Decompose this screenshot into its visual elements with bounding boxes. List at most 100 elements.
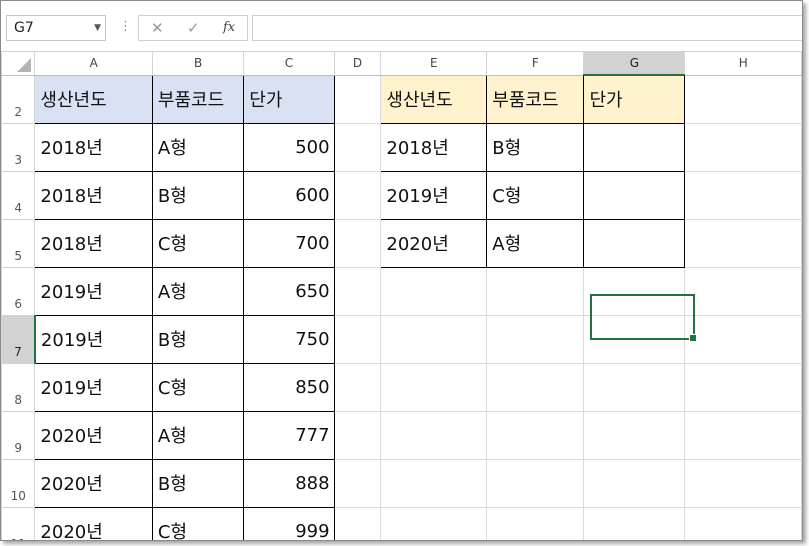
cell-a6[interactable]: 2019년	[34, 266, 153, 316]
cell-g10[interactable]	[583, 458, 686, 508]
cell-g4[interactable]	[583, 170, 686, 220]
cell-d11[interactable]	[333, 506, 382, 540]
cell-h11[interactable]	[684, 506, 802, 540]
column-header-e[interactable]: E	[380, 51, 488, 76]
cell-d2[interactable]	[333, 74, 382, 124]
cell-c2[interactable]: 단가	[243, 74, 335, 124]
cell-f10[interactable]	[486, 458, 585, 508]
row-header-8[interactable]: 8	[1, 362, 36, 412]
cell-g7[interactable]	[583, 314, 686, 364]
cell-a5[interactable]: 2018년	[34, 218, 153, 268]
cell-f6[interactable]	[486, 266, 585, 316]
cell-b11[interactable]: C형	[151, 506, 245, 540]
cell-f4[interactable]: C형	[486, 170, 585, 220]
cell-d8[interactable]	[333, 362, 382, 412]
cell-e5[interactable]: 2020년	[380, 218, 488, 268]
cell-e7[interactable]	[380, 314, 488, 364]
formula-input[interactable]	[252, 15, 802, 41]
cell-c11[interactable]: 999	[243, 506, 335, 540]
cell-h2[interactable]	[684, 74, 802, 124]
cell-c8[interactable]: 850	[243, 362, 335, 412]
cell-b8[interactable]: C형	[151, 362, 245, 412]
cell-d4[interactable]	[333, 170, 382, 220]
cell-f11[interactable]	[486, 506, 585, 540]
name-box[interactable]: G7 ▼	[6, 15, 106, 41]
cell-b10[interactable]: B형	[151, 458, 245, 508]
cell-c9[interactable]: 777	[243, 410, 335, 460]
cell-h10[interactable]	[684, 458, 802, 508]
cell-a9[interactable]: 2020년	[34, 410, 153, 460]
column-header-a[interactable]: A	[34, 51, 153, 76]
cell-h4[interactable]	[684, 170, 802, 220]
column-header-g[interactable]: G	[583, 51, 686, 76]
cell-a10[interactable]: 2020년	[34, 458, 153, 508]
cancel-icon[interactable]: ✕	[151, 16, 164, 40]
cell-f5[interactable]: A형	[486, 218, 585, 268]
column-header-h[interactable]: H	[684, 51, 802, 76]
cell-c6[interactable]: 650	[243, 266, 335, 316]
row-header-2[interactable]: 2	[1, 74, 36, 124]
cell-f3[interactable]: B형	[486, 122, 585, 172]
cell-a2[interactable]: 생산년도	[34, 74, 153, 124]
row-header-5[interactable]: 5	[1, 218, 36, 268]
cell-c5[interactable]: 700	[243, 218, 335, 268]
cell-b9[interactable]: A형	[151, 410, 245, 460]
cell-h5[interactable]	[684, 218, 802, 268]
column-header-f[interactable]: F	[486, 51, 585, 76]
cell-a8[interactable]: 2019년	[34, 362, 153, 412]
row-header-11[interactable]: 11	[1, 506, 36, 540]
cell-d5[interactable]	[333, 218, 382, 268]
cell-b2[interactable]: 부품코드	[151, 74, 245, 124]
cell-e3[interactable]: 2018년	[380, 122, 488, 172]
column-header-c[interactable]: C	[243, 51, 335, 76]
cell-f8[interactable]	[486, 362, 585, 412]
cell-c3[interactable]: 500	[243, 122, 335, 172]
cell-f7[interactable]	[486, 314, 585, 364]
cell-d10[interactable]	[333, 458, 382, 508]
cell-g8[interactable]	[583, 362, 686, 412]
chevron-down-icon[interactable]: ▼	[94, 16, 101, 40]
cell-e11[interactable]	[380, 506, 488, 540]
enter-icon[interactable]: ✓	[187, 16, 200, 40]
more-options-icon[interactable]: ⋮	[119, 17, 132, 37]
cell-h6[interactable]	[684, 266, 802, 316]
cell-b7[interactable]: B형	[151, 314, 245, 364]
cell-e8[interactable]	[380, 362, 488, 412]
cell-d7[interactable]	[333, 314, 382, 364]
column-header-b[interactable]: B	[151, 51, 245, 76]
cell-g9[interactable]	[583, 410, 686, 460]
cell-b5[interactable]: C형	[151, 218, 245, 268]
row-header-10[interactable]: 10	[1, 458, 36, 508]
cell-a7[interactable]: 2019년	[34, 314, 153, 364]
row-header-9[interactable]: 9	[1, 410, 36, 460]
select-all-corner[interactable]	[1, 51, 36, 76]
cell-a11[interactable]: 2020년	[34, 506, 153, 540]
insert-function-icon[interactable]: fx	[223, 16, 235, 40]
cell-c4[interactable]: 600	[243, 170, 335, 220]
cell-e4[interactable]: 2019년	[380, 170, 488, 220]
cell-g3[interactable]	[583, 122, 686, 172]
cell-g2[interactable]: 단가	[583, 74, 686, 124]
cell-c10[interactable]: 888	[243, 458, 335, 508]
cell-a4[interactable]: 2018년	[34, 170, 153, 220]
cell-c7[interactable]: 750	[243, 314, 335, 364]
cell-g5[interactable]	[583, 218, 686, 268]
cell-e6[interactable]	[380, 266, 488, 316]
cell-d3[interactable]	[333, 122, 382, 172]
row-header-6[interactable]: 6	[1, 266, 36, 316]
column-header-d[interactable]: D	[333, 51, 382, 76]
cell-e10[interactable]	[380, 458, 488, 508]
cell-f2[interactable]: 부품코드	[486, 74, 585, 124]
cell-d6[interactable]	[333, 266, 382, 316]
cell-b6[interactable]: A형	[151, 266, 245, 316]
row-header-7[interactable]: 7	[1, 314, 36, 364]
cell-h3[interactable]	[684, 122, 802, 172]
row-header-4[interactable]: 4	[1, 170, 36, 220]
cell-a3[interactable]: 2018년	[34, 122, 153, 172]
cell-e9[interactable]	[380, 410, 488, 460]
cell-h8[interactable]	[684, 362, 802, 412]
cell-f9[interactable]	[486, 410, 585, 460]
cell-b4[interactable]: B형	[151, 170, 245, 220]
cell-g6[interactable]	[583, 266, 686, 316]
cell-d9[interactable]	[333, 410, 382, 460]
